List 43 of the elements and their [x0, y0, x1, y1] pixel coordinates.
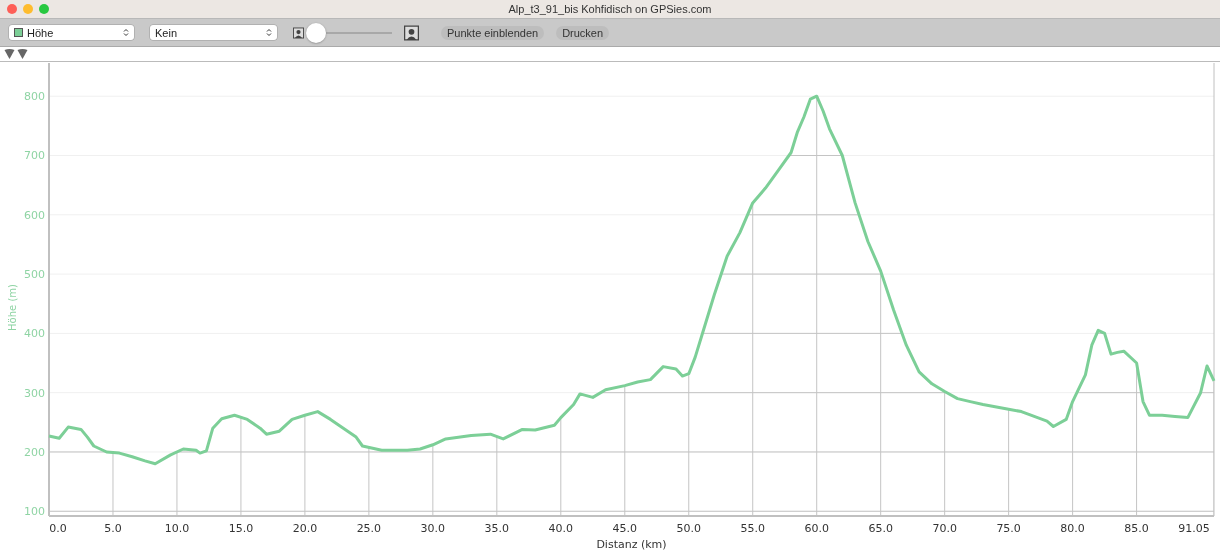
y-tick-label: 600 [24, 208, 45, 222]
x-tick-label: 45.0 [612, 522, 638, 535]
x-tick-label: 50.0 [676, 522, 701, 535]
x-tick-label: 80.0 [1060, 522, 1085, 535]
x-tick-label: 60.0 [804, 522, 829, 535]
x-tick-label: 30.0 [420, 522, 446, 535]
caret-icon [123, 28, 129, 37]
x-tick-label: 5.0 [104, 522, 122, 535]
toolbar-button[interactable]: Punkte einblenden [441, 25, 545, 40]
close-icon[interactable] [7, 4, 17, 14]
x-axis-title: Distanz (km) [596, 538, 667, 551]
marker-icon[interactable] [4, 49, 15, 59]
maximize-icon[interactable] [39, 4, 49, 14]
x-tick-label: 75.0 [996, 522, 1021, 535]
y-tick-label: 700 [24, 149, 45, 163]
marker-icon[interactable] [17, 49, 28, 59]
x-tick-label: 0.0 [49, 522, 67, 535]
person-icon [404, 24, 419, 41]
y-tick-label: 800 [24, 90, 45, 104]
y-axis-title: Höhe (m) [7, 284, 18, 331]
x-tick-label: 40.0 [548, 522, 574, 535]
x-tick-label: 35.0 [484, 522, 510, 535]
x-tick-label: 70.0 [932, 522, 957, 535]
x-tick-label: 15.0 [228, 522, 254, 535]
y-tick-label: 400 [24, 327, 45, 341]
toolbar-button[interactable]: Drucken [556, 25, 610, 40]
x-tick-label: 55.0 [740, 522, 765, 535]
window-title: Alp_t3_91_bis Kohfidisch on GPSies.com [508, 3, 712, 15]
y-tick-label: 200 [24, 445, 45, 459]
x-tick-label: 20.0 [292, 522, 318, 535]
x-tick-label: 85.0 [1124, 522, 1149, 535]
minimize-icon[interactable] [23, 4, 33, 14]
person-icon [293, 26, 304, 39]
x-tick-label: 91.05 [1178, 522, 1210, 535]
x-tick-label: 25.0 [356, 522, 382, 535]
dataset-select[interactable]: Höhe [9, 25, 134, 40]
x-tick-label: 65.0 [868, 522, 893, 535]
x-tick-label: 10.0 [164, 522, 190, 535]
y-tick-label: 500 [24, 268, 45, 282]
overlay-select[interactable]: Kein [150, 25, 277, 40]
y-tick-label: 300 [24, 386, 45, 400]
caret-icon [266, 28, 272, 37]
y-tick-label: 100 [24, 505, 45, 519]
